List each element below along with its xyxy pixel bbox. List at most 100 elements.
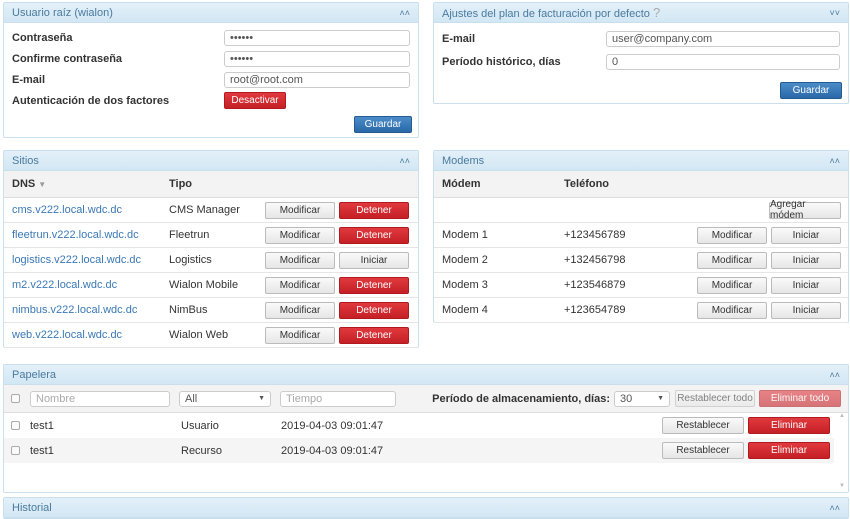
billing-email-label: E-mail xyxy=(442,32,476,45)
row-checkbox[interactable] xyxy=(11,421,20,430)
twofa-label: Autenticación de dos factores xyxy=(12,94,170,107)
site-edit-button[interactable]: Modificar xyxy=(265,226,335,244)
collapse-icon[interactable]: ˄˄ xyxy=(399,8,410,18)
panel-header[interactable]: Modems ˄˄ xyxy=(434,151,848,171)
site-type: NimBus xyxy=(169,304,208,316)
site-stop-button[interactable]: Detener xyxy=(339,326,409,344)
email-label: E-mail xyxy=(12,73,46,86)
scrollbar[interactable]: ▲ ▼ xyxy=(836,413,848,492)
billing-panel: Ajustes del plan de facturación por defe… xyxy=(433,2,849,104)
delete-all-button[interactable]: Eliminar todo xyxy=(759,390,841,407)
trash-row: test1 Usuario 2019-04-03 09:01:47 Restablec… xyxy=(4,413,834,438)
panel-title: Usuario raíz (wialon) xyxy=(12,6,113,19)
panel-title: Ajustes del plan de facturación por defe… xyxy=(442,8,650,20)
modem-row: Modem 1 +123456789 Modificar Iniciar xyxy=(434,223,848,248)
panel-title: Papelera xyxy=(12,368,57,381)
restore-button[interactable]: Restablecer xyxy=(662,442,744,459)
trash-item-type: Recurso xyxy=(181,444,222,457)
trash-item-type: Usuario xyxy=(181,419,219,432)
site-stop-button[interactable]: Detener xyxy=(339,301,409,319)
restore-button[interactable]: Restablecer xyxy=(662,417,744,434)
modems-panel: Modems ˄˄ Módem Teléfono Agregar módem Mod… xyxy=(433,150,849,323)
site-row: web.v222.local.wdc.dc Wialon Web Modificar… xyxy=(4,323,418,348)
billing-email-input[interactable]: user@company.com xyxy=(606,30,840,47)
panel-header[interactable]: Sitios ˄˄ xyxy=(4,151,418,171)
site-dns-link[interactable]: web.v222.local.wdc.dc xyxy=(4,329,169,341)
modem-start-button[interactable]: Iniciar xyxy=(771,276,841,294)
collapse-icon[interactable]: ˄˄ xyxy=(829,156,840,166)
panel-header[interactable]: Usuario raíz (wialon) ˄˄ xyxy=(4,3,418,23)
modem-edit-button[interactable]: Modificar xyxy=(697,251,767,269)
modem-start-button[interactable]: Iniciar xyxy=(771,301,841,319)
delete-button[interactable]: Eliminar xyxy=(748,417,830,434)
modem-edit-button[interactable]: Modificar xyxy=(697,301,767,319)
site-stop-button[interactable]: Detener xyxy=(339,276,409,294)
modem-name: Modem 3 xyxy=(442,279,488,291)
site-dns-link[interactable]: logistics.v222.local.wdc.dc xyxy=(4,254,169,266)
select-all-checkbox[interactable] xyxy=(11,394,20,403)
site-edit-button[interactable]: Modificar xyxy=(265,301,335,319)
panel-header[interactable]: Papelera ˄˄ xyxy=(4,365,848,385)
name-filter-input[interactable]: Nombre xyxy=(30,390,170,407)
modem-start-button[interactable]: Iniciar xyxy=(771,251,841,269)
collapse-icon[interactable]: ˄˄ xyxy=(829,370,840,380)
site-edit-button[interactable]: Modificar xyxy=(265,251,335,269)
modem-name: Modem 2 xyxy=(442,254,488,266)
collapse-icon[interactable]: ˄˄ xyxy=(829,503,840,513)
site-stop-button[interactable]: Detener xyxy=(339,201,409,219)
sites-panel: Sitios ˄˄ DNS ▼ Tipo cms.v222.local.wdc.dc… xyxy=(3,150,419,348)
site-edit-button[interactable]: Modificar xyxy=(265,201,335,219)
billing-save-button[interactable]: Guardar xyxy=(780,82,842,99)
site-dns-link[interactable]: nimbus.v222.local.wdc.dc xyxy=(4,304,169,316)
trash-item-name: test1 xyxy=(30,419,54,432)
history-period-label: Período histórico, días xyxy=(442,55,561,68)
site-row: nimbus.v222.local.wdc.dc NimBus Modificar D… xyxy=(4,298,418,323)
site-stop-button[interactable]: Detener xyxy=(339,226,409,244)
modem-start-button[interactable]: Iniciar xyxy=(771,226,841,244)
time-filter-input[interactable]: Tiempo xyxy=(280,390,396,407)
storage-period-label: Período de almacenamiento, días: xyxy=(432,392,610,405)
dns-column-header[interactable]: DNS ▼ xyxy=(4,178,169,190)
panel-header[interactable]: Ajustes del plan de facturación por defe… xyxy=(434,3,848,23)
delete-button[interactable]: Eliminar xyxy=(748,442,830,459)
site-type: Fleetrun xyxy=(169,229,210,241)
site-dns-link[interactable]: m2.v222.local.wdc.dc xyxy=(4,279,169,291)
password-input[interactable]: •••••• xyxy=(224,29,410,46)
modem-edit-button[interactable]: Modificar xyxy=(697,276,767,294)
panel-title: Modems xyxy=(442,154,485,167)
confirm-password-input[interactable]: •••••• xyxy=(224,50,410,67)
confirm-label: Confirme contraseña xyxy=(12,52,123,65)
modem-phone: +132456798 xyxy=(564,254,626,266)
site-type: Wialon Web xyxy=(169,329,229,341)
panel-title: Sitios xyxy=(12,154,39,167)
history-period-input[interactable]: 0 xyxy=(606,53,840,70)
row-checkbox[interactable] xyxy=(11,446,20,455)
type-column-header: Tipo xyxy=(169,178,193,190)
trash-row: test1 Recurso 2019-04-03 09:01:47 Restablec… xyxy=(4,438,834,463)
modem-edit-button[interactable]: Modificar xyxy=(697,226,767,244)
site-edit-button[interactable]: Modificar xyxy=(265,326,335,344)
email-input[interactable]: root@root.com xyxy=(224,71,410,88)
site-dns-link[interactable]: cms.v222.local.wdc.dc xyxy=(4,204,169,216)
collapse-icon[interactable]: ˄˄ xyxy=(399,156,410,166)
deactivate-2fa-button[interactable]: Desactivar xyxy=(224,92,286,109)
panel-header[interactable]: Historial ˄˄ xyxy=(4,498,848,518)
modem-phone: +123456789 xyxy=(564,229,626,241)
expand-icon[interactable]: ˅˅ xyxy=(829,8,840,18)
save-button[interactable]: Guardar xyxy=(354,116,412,133)
site-row: m2.v222.local.wdc.dc Wialon Mobile Modific… xyxy=(4,273,418,298)
type-filter-select[interactable]: All ▼ xyxy=(179,390,271,407)
dropdown-icon: ▼ xyxy=(258,395,265,402)
site-edit-button[interactable]: Modificar xyxy=(265,276,335,294)
storage-period-select[interactable]: 30 ▼ xyxy=(614,390,670,407)
modem-name: Modem 1 xyxy=(442,229,488,241)
root-user-panel: Usuario raíz (wialon) ˄˄ Contraseña ••••••… xyxy=(3,2,419,138)
add-modem-button[interactable]: Agregar módem xyxy=(769,199,841,221)
modem-phone: +123654789 xyxy=(564,304,626,316)
modem-row: Modem 4 +123654789 Modificar Iniciar xyxy=(434,298,848,323)
password-label: Contraseña xyxy=(12,31,73,44)
help-icon[interactable]: ? xyxy=(653,5,660,20)
site-dns-link[interactable]: fleetrun.v222.local.wdc.dc xyxy=(4,229,169,241)
restore-all-button[interactable]: Restablecer todo xyxy=(675,390,755,407)
site-start-button[interactable]: Iniciar xyxy=(339,251,409,269)
